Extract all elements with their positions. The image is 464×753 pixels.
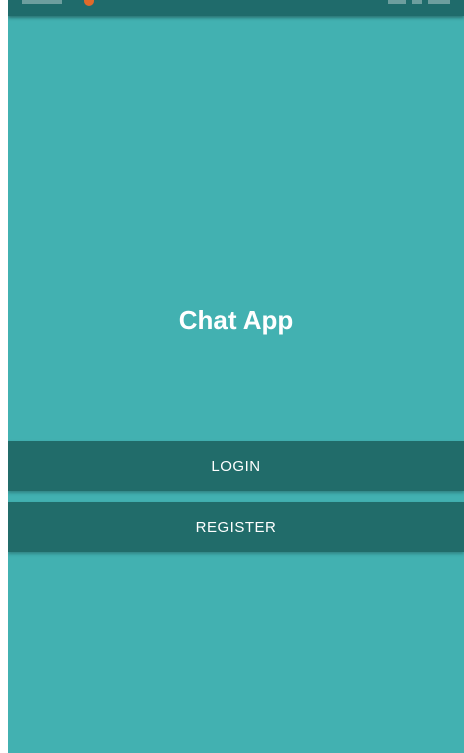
- battery-icon: [428, 0, 450, 4]
- status-time: [22, 0, 62, 4]
- notification-icon: [84, 0, 94, 6]
- status-bar: [8, 0, 464, 16]
- app-title: Chat App: [178, 305, 294, 335]
- app-screen: Chat App LOGIN REGISTER: [8, 0, 464, 753]
- status-icons: [388, 0, 450, 4]
- login-button[interactable]: LOGIN: [8, 441, 464, 491]
- network-icon: [388, 0, 406, 4]
- register-button[interactable]: REGISTER: [8, 502, 464, 552]
- signal-icon: [412, 0, 422, 4]
